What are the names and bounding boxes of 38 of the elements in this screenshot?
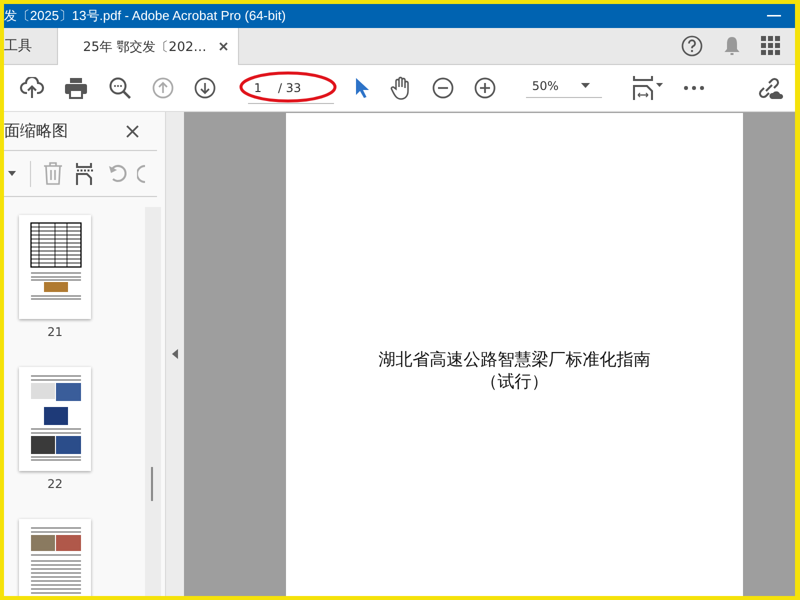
- apps-grid-icon[interactable]: [761, 36, 781, 56]
- help-icon[interactable]: [681, 35, 703, 57]
- arrow-down-icon[interactable]: [194, 77, 216, 99]
- insert-page-icon[interactable]: [75, 162, 95, 184]
- tab-label: 25年 鄂交发〔202…: [83, 38, 206, 56]
- document-title-line: 湖北省高速公路智慧梁厂标准化指南: [378, 349, 650, 371]
- page-thumbnail[interactable]: [19, 519, 91, 596]
- window-title: 发〔2025〕13号.pdf - Adobe Acrobat Pro (64-bit): [4, 7, 286, 25]
- panel-title: 面缩略图: [4, 120, 68, 142]
- document-title-line: （试行）: [480, 371, 548, 393]
- collapse-panel-handle[interactable]: [165, 112, 184, 596]
- close-icon[interactable]: [218, 42, 228, 51]
- link-cloud-icon[interactable]: [757, 76, 783, 100]
- page-number-label: 22: [47, 477, 63, 491]
- zoom-out-icon[interactable]: [432, 77, 454, 99]
- tab[interactable]: 25年 鄂交发〔202…: [57, 28, 238, 65]
- tab-label: 工具: [4, 37, 32, 55]
- zoom-in-icon[interactable]: [474, 77, 496, 99]
- cloud-upload-icon[interactable]: [20, 77, 44, 99]
- zoom-dropdown[interactable]: 50%: [526, 78, 602, 98]
- search-icon[interactable]: [108, 76, 132, 100]
- caret-icon[interactable]: [8, 171, 16, 176]
- pointer-icon[interactable]: [354, 77, 370, 99]
- caret-icon: [580, 83, 590, 88]
- page-number-field[interactable]: 1: [248, 80, 274, 94]
- page-fit-icon[interactable]: [632, 76, 664, 100]
- page-thumbnail[interactable]: [19, 215, 91, 319]
- scrollbar[interactable]: [145, 207, 161, 596]
- more-icon[interactable]: [684, 86, 704, 90]
- page-number-label: 21: [47, 325, 63, 339]
- minimize-icon[interactable]: [767, 15, 781, 17]
- close-icon[interactable]: [126, 124, 139, 138]
- print-icon[interactable]: [64, 77, 88, 99]
- triangle-left-icon: [172, 349, 178, 359]
- page-count: / 33: [278, 80, 302, 94]
- hand-icon[interactable]: [390, 76, 412, 100]
- tab[interactable]: 工具: [4, 28, 54, 64]
- page-thumbnail[interactable]: [19, 367, 91, 471]
